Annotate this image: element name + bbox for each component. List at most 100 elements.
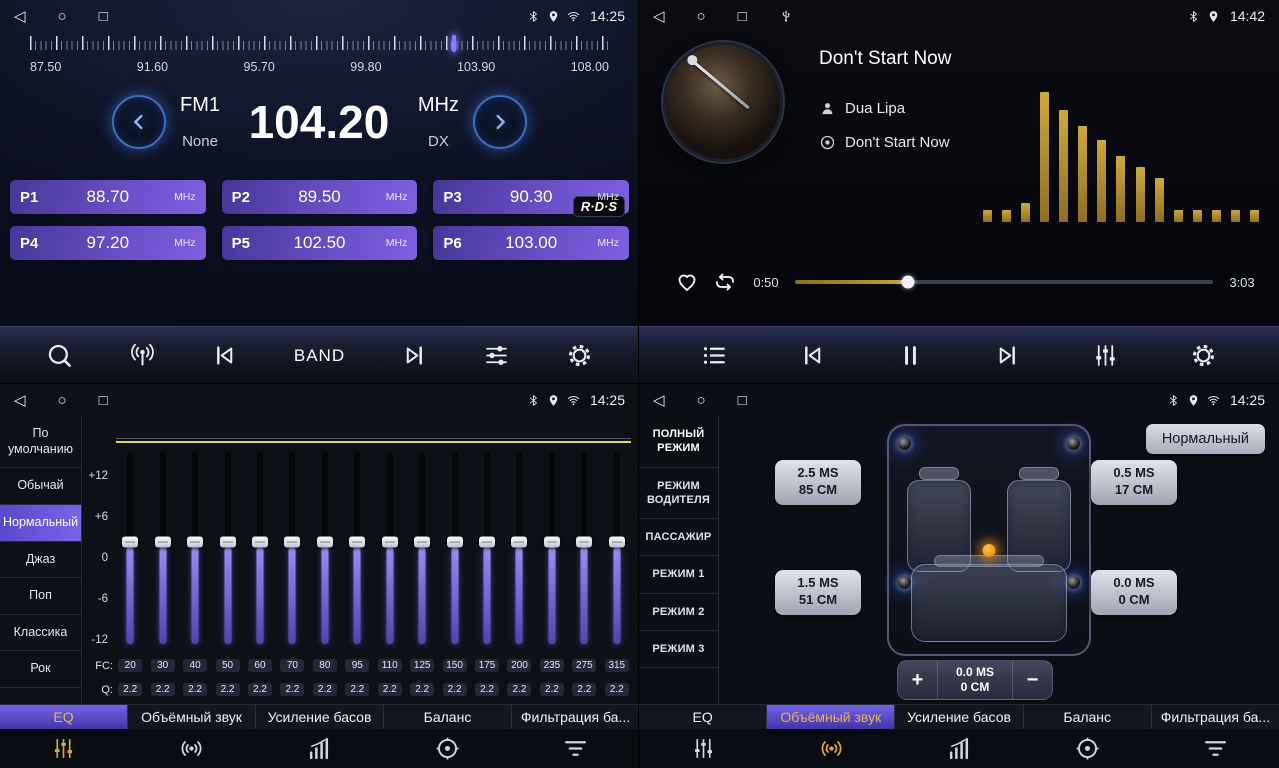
tab-bass-boost[interactable]: Усиление басов <box>895 705 1023 729</box>
tab-balance[interactable]: Баланс <box>1024 705 1152 729</box>
slider-handle[interactable] <box>382 537 398 548</box>
home-button[interactable]: ○ <box>697 9 706 24</box>
delay-rear-left-button[interactable]: 1.5 MS 51 CM <box>775 570 861 615</box>
eq-band-slider[interactable] <box>244 452 276 644</box>
settings-button[interactable] <box>1190 342 1217 369</box>
slider-handle[interactable] <box>284 537 300 548</box>
tab-filter[interactable]: Фильтрация ба... <box>1152 705 1279 729</box>
tab-surround[interactable]: Объёмный звук <box>767 705 895 729</box>
repeat-button[interactable] <box>713 270 737 294</box>
delay-rear-right-button[interactable]: 0.0 MS 0 CM <box>1091 570 1177 615</box>
mode-1[interactable]: РЕЖИМ 1 <box>639 556 718 593</box>
tuning-indicator[interactable] <box>452 35 456 52</box>
previous-track-button[interactable] <box>799 342 826 369</box>
tab-filter[interactable]: Фильтрация ба... <box>512 705 639 729</box>
equalizer-button[interactable] <box>1092 342 1119 369</box>
decrease-delay-button[interactable]: − <box>1012 661 1052 699</box>
eq-band-slider[interactable] <box>211 452 243 644</box>
tune-down-button[interactable] <box>112 95 166 149</box>
slider-handle[interactable] <box>155 537 171 548</box>
preset-button-p5[interactable]: P5 102.50 MHz <box>222 226 418 260</box>
band-button[interactable]: BAND <box>294 346 345 366</box>
slider-handle[interactable] <box>414 537 430 548</box>
tab-bass-boost[interactable]: Усиление басов <box>256 705 384 729</box>
eq-band-slider[interactable] <box>276 452 308 644</box>
broadcast-button[interactable] <box>129 342 156 369</box>
eq-band-slider[interactable] <box>568 452 600 644</box>
scan-button[interactable] <box>46 342 73 369</box>
tab-surround[interactable]: Объёмный звук <box>128 705 256 729</box>
slider-handle[interactable] <box>447 537 463 548</box>
home-button[interactable]: ○ <box>58 9 67 24</box>
next-track-button[interactable] <box>994 342 1021 369</box>
eq-preset-normal[interactable]: Нормальный <box>0 505 81 542</box>
slider-handle[interactable] <box>187 537 203 548</box>
slider-handle[interactable] <box>576 537 592 548</box>
slider-handle[interactable] <box>317 537 333 548</box>
mode-passenger[interactable]: ПАССАЖИР <box>639 519 718 556</box>
recents-button[interactable]: □ <box>738 393 747 408</box>
eq-preset-classic[interactable]: Классика <box>0 615 81 652</box>
surround-tab-icon[interactable] <box>128 736 256 761</box>
eq-band-slider[interactable] <box>536 452 568 644</box>
eq-band-slider[interactable] <box>309 452 341 644</box>
tab-eq[interactable]: EQ <box>0 705 128 729</box>
filter-tab-icon[interactable] <box>1151 736 1279 761</box>
eq-band-slider[interactable] <box>601 452 633 644</box>
back-button[interactable]: ◁ <box>653 9 665 24</box>
back-button[interactable]: ◁ <box>653 393 665 408</box>
surround-tab-icon[interactable] <box>767 736 895 761</box>
settings-button[interactable] <box>566 342 593 369</box>
eq-tab-icon[interactable] <box>639 736 767 761</box>
playlist-button[interactable] <box>701 342 728 369</box>
eq-tab-icon[interactable] <box>0 736 128 761</box>
eq-preset-default[interactable]: По умолчанию <box>0 416 81 468</box>
eq-band-slider[interactable] <box>503 452 535 644</box>
delay-front-right-button[interactable]: 0.5 MS 17 CM <box>1091 460 1177 505</box>
eq-band-slider[interactable] <box>114 452 146 644</box>
audio-settings-button[interactable] <box>483 342 510 369</box>
recents-button[interactable]: □ <box>99 393 108 408</box>
preset-button-p2[interactable]: P2 89.50 MHz <box>222 180 418 214</box>
slider-handle[interactable] <box>122 537 138 548</box>
mode-full[interactable]: ПОЛНЫЙ РЕЖИМ <box>639 416 718 468</box>
frequency-scale[interactable]: 87.50 91.60 95.70 99.80 103.90 108.00 <box>26 36 613 84</box>
back-button[interactable]: ◁ <box>14 393 26 408</box>
slider-handle[interactable] <box>511 537 527 548</box>
eq-band-slider[interactable] <box>179 452 211 644</box>
seek-bar[interactable] <box>795 280 1213 284</box>
slider-handle[interactable] <box>544 537 560 548</box>
seek-handle[interactable] <box>901 276 914 289</box>
eq-band-slider[interactable] <box>471 452 503 644</box>
delay-front-left-button[interactable]: 2.5 MS 85 CM <box>775 460 861 505</box>
next-station-button[interactable] <box>401 342 428 369</box>
slider-handle[interactable] <box>220 537 236 548</box>
mode-3[interactable]: РЕЖИМ 3 <box>639 631 718 668</box>
mode-driver[interactable]: РЕЖИМ ВОДИТЕЛЯ <box>639 468 718 520</box>
mode-2[interactable]: РЕЖИМ 2 <box>639 594 718 631</box>
tab-balance[interactable]: Баланс <box>384 705 512 729</box>
listening-position-dot[interactable] <box>983 544 996 557</box>
slider-handle[interactable] <box>479 537 495 548</box>
eq-preset-custom[interactable]: Обычай <box>0 468 81 505</box>
filter-tab-icon[interactable] <box>511 736 639 761</box>
eq-preset-jazz[interactable]: Джаз <box>0 542 81 579</box>
home-button[interactable]: ○ <box>697 393 706 408</box>
slider-handle[interactable] <box>252 537 268 548</box>
recents-button[interactable]: □ <box>738 9 747 24</box>
previous-station-button[interactable] <box>211 342 238 369</box>
balance-tab-icon[interactable] <box>1023 736 1151 761</box>
preset-button-p6[interactable]: P6 103.00 MHz <box>433 226 629 260</box>
eq-band-slider[interactable] <box>374 452 406 644</box>
slider-handle[interactable] <box>349 537 365 548</box>
eq-band-slider[interactable] <box>406 452 438 644</box>
tune-up-button[interactable] <box>473 95 527 149</box>
slider-handle[interactable] <box>609 537 625 548</box>
back-button[interactable]: ◁ <box>14 9 26 24</box>
pause-button[interactable] <box>897 342 924 369</box>
bass-tab-icon[interactable] <box>256 736 384 761</box>
sound-preset-button[interactable]: Нормальный <box>1146 424 1265 454</box>
preset-button-p4[interactable]: P4 97.20 MHz <box>10 226 206 260</box>
bass-tab-icon[interactable] <box>895 736 1023 761</box>
increase-delay-button[interactable]: + <box>898 661 938 699</box>
